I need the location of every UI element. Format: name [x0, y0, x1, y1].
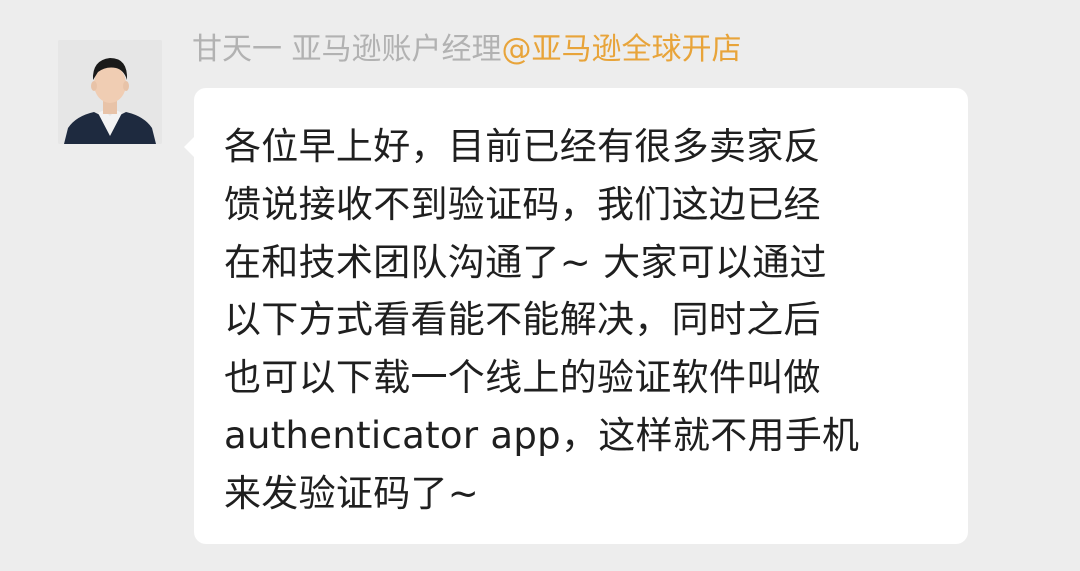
message-line: authenticator app，这样就不用手机 [224, 413, 860, 457]
sender-avatar[interactable] [58, 40, 162, 144]
message-line: 各位早上好，目前已经有很多卖家反 [224, 125, 821, 168]
person-avatar-icon [58, 40, 162, 144]
sender-name: 甘天一 亚马逊账户经理 [192, 32, 502, 67]
message-line: 来发验证码了~ [224, 471, 480, 515]
message-line: 馈说接收不到验证码，我们这边已经 [224, 182, 821, 226]
bubble-tail [184, 136, 195, 158]
message-line: 也可以下载一个线上的验证软件叫做 [224, 356, 821, 400]
message-line: 在和技术团队沟通了~ 大家可以通过 [224, 240, 827, 284]
message-bubble[interactable]: 各位早上好，目前已经有很多卖家反 馈说接收不到验证码，我们这边已经 在和技术团队… [184, 88, 968, 544]
sender-header: 甘天一 亚马逊账户经理@亚马逊全球开店 [192, 28, 742, 72]
message-line: 以下方式看看能不能解决，同时之后 [224, 298, 821, 342]
sender-group[interactable]: @亚马逊全球开店 [502, 32, 742, 67]
